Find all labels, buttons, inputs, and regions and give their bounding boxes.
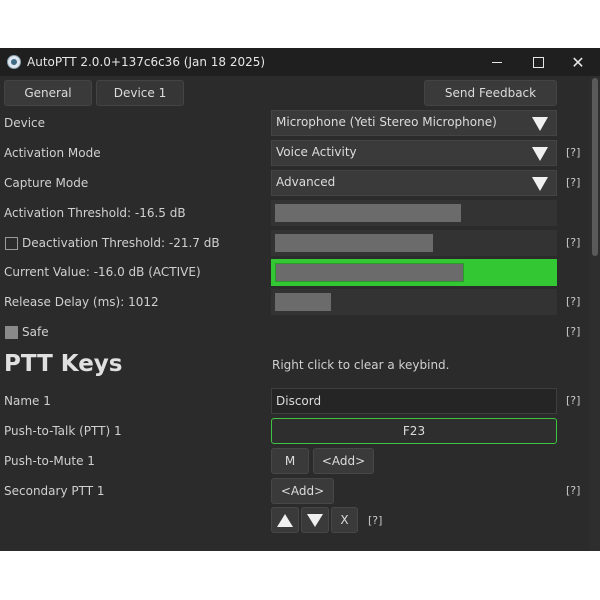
secondary-ptt-1-help[interactable]: [?] bbox=[566, 481, 580, 501]
deactivation-threshold-fill bbox=[275, 234, 433, 252]
title-bar[interactable]: AutoPTT 2.0.0+137c6c36 (Jan 18 2025) ✕ bbox=[0, 48, 600, 76]
device-label: Device bbox=[4, 116, 46, 130]
capture-mode-dropdown[interactable]: Advanced bbox=[271, 170, 557, 196]
activation-threshold-slider[interactable] bbox=[271, 200, 557, 226]
tab-general-label: General bbox=[24, 86, 72, 100]
capture-mode-help[interactable]: [?] bbox=[566, 173, 580, 193]
activation-threshold-label: Activation Threshold: -16.5 dB bbox=[4, 206, 186, 220]
close-button[interactable]: ✕ bbox=[558, 48, 598, 76]
current-value-meter bbox=[271, 259, 557, 286]
release-delay-slider[interactable] bbox=[271, 289, 557, 315]
scrollbar-thumb[interactable] bbox=[592, 78, 598, 256]
current-value-fill bbox=[275, 263, 464, 282]
activation-mode-label: Activation Mode bbox=[4, 146, 101, 160]
safe-label: Safe bbox=[22, 325, 49, 339]
safe-checkbox[interactable] bbox=[5, 326, 18, 339]
ptt-1-label: Push-to-Talk (PTT) 1 bbox=[4, 424, 122, 438]
remove-device-button[interactable]: X bbox=[331, 507, 358, 533]
name-1-label: Name 1 bbox=[4, 394, 51, 408]
triangle-up-icon bbox=[277, 513, 293, 527]
device-dropdown[interactable]: Microphone (Yeti Stereo Microphone) bbox=[271, 110, 557, 136]
secondary-ptt-1-add-button[interactable]: <Add> bbox=[271, 478, 334, 504]
move-up-button[interactable] bbox=[271, 507, 299, 533]
secondary-ptt-1-label: Secondary PTT 1 bbox=[4, 484, 105, 498]
activation-threshold-fill bbox=[275, 204, 461, 222]
name-1-input[interactable]: Discord bbox=[271, 388, 557, 414]
vertical-scrollbar[interactable] bbox=[590, 76, 600, 551]
ptm-1-key: M bbox=[284, 454, 296, 468]
tab-general[interactable]: General bbox=[4, 80, 92, 106]
activation-mode-dropdown[interactable]: Voice Activity bbox=[271, 140, 557, 166]
move-down-button[interactable] bbox=[301, 507, 329, 533]
app-window: AutoPTT 2.0.0+137c6c36 (Jan 18 2025) ✕ G… bbox=[0, 48, 600, 551]
deactivation-threshold-slider[interactable] bbox=[271, 230, 557, 256]
activation-mode-help[interactable]: [?] bbox=[566, 143, 580, 163]
capture-mode-label: Capture Mode bbox=[4, 176, 89, 190]
ptt-keys-hint: Right click to clear a keybind. bbox=[272, 358, 450, 372]
ptt-1-key: F23 bbox=[402, 424, 426, 438]
ptm-1-keybind-button[interactable]: M bbox=[271, 448, 309, 474]
ptt-keys-heading: PTT Keys bbox=[4, 351, 123, 377]
secondary-ptt-1-add-label: <Add> bbox=[280, 484, 325, 498]
triangle-down-icon bbox=[532, 177, 548, 191]
current-value-label: Current Value: -16.0 dB (ACTIVE) bbox=[4, 265, 201, 279]
close-icon: ✕ bbox=[571, 52, 585, 72]
name-1-help[interactable]: [?] bbox=[566, 391, 580, 411]
release-delay-help[interactable]: [?] bbox=[566, 292, 580, 312]
minimize-button[interactable] bbox=[477, 48, 517, 76]
minimize-icon bbox=[492, 61, 502, 63]
deactivation-threshold-checkbox[interactable] bbox=[5, 237, 18, 250]
deactivation-threshold-label: Deactivation Threshold: -21.7 dB bbox=[22, 236, 220, 250]
app-logo-icon bbox=[7, 55, 21, 69]
name-1-value: Discord bbox=[276, 394, 322, 408]
tab-device-1-label: Device 1 bbox=[113, 86, 167, 100]
maximize-icon bbox=[532, 56, 544, 68]
triangle-down-icon bbox=[532, 117, 548, 131]
ptm-1-add-button[interactable]: <Add> bbox=[313, 448, 374, 474]
deactivation-threshold-help[interactable]: [?] bbox=[566, 233, 580, 253]
tab-device-1[interactable]: Device 1 bbox=[96, 80, 184, 106]
ptm-1-add-label: <Add> bbox=[321, 454, 366, 468]
release-delay-label: Release Delay (ms): 1012 bbox=[4, 295, 159, 309]
window-title: AutoPTT 2.0.0+137c6c36 (Jan 18 2025) bbox=[27, 55, 266, 69]
triangle-down-icon bbox=[307, 513, 323, 527]
maximize-button[interactable] bbox=[518, 48, 558, 76]
remove-label: X bbox=[340, 513, 349, 527]
ptt-1-keybind-button[interactable]: F23 bbox=[271, 418, 557, 444]
activation-mode-value: Voice Activity bbox=[276, 145, 357, 159]
row-controls-help[interactable]: [?] bbox=[368, 511, 382, 531]
triangle-down-icon bbox=[532, 147, 548, 161]
send-feedback-button[interactable]: Send Feedback bbox=[424, 80, 557, 106]
ptm-1-label: Push-to-Mute 1 bbox=[4, 454, 95, 468]
device-dropdown-value: Microphone (Yeti Stereo Microphone) bbox=[276, 115, 497, 129]
send-feedback-label: Send Feedback bbox=[444, 86, 537, 100]
safe-help[interactable]: [?] bbox=[566, 322, 580, 342]
release-delay-fill bbox=[275, 293, 331, 311]
capture-mode-value: Advanced bbox=[276, 175, 336, 189]
